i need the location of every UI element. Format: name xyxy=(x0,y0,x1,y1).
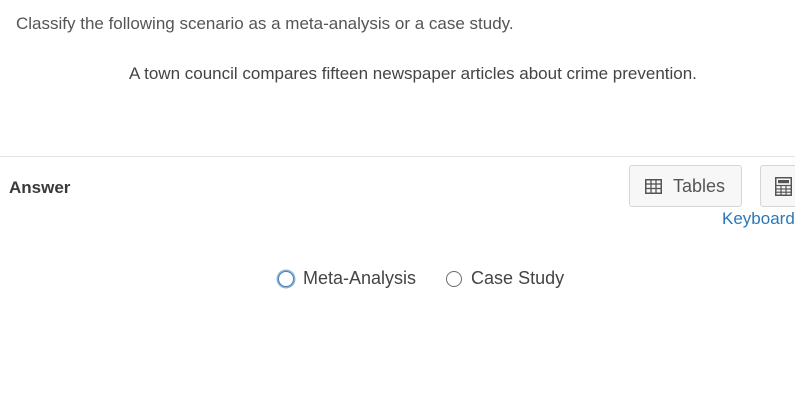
option-label-case-study: Case Study xyxy=(471,268,565,288)
scenario-text: A town council compares fifteen newspape… xyxy=(129,64,697,83)
radio-meta-analysis[interactable] xyxy=(278,270,294,287)
tables-label: Tables xyxy=(673,175,726,196)
option-label-meta-analysis: Meta-Analysis xyxy=(303,268,417,288)
keyboard-link[interactable]: Keyboard xyxy=(722,209,795,229)
option-meta-analysis[interactable]: Meta-Analysis xyxy=(278,268,416,289)
radio-case-study[interactable] xyxy=(446,270,463,287)
calculator-button[interactable] xyxy=(760,165,795,207)
answer-options: Meta-Analysis Case Study xyxy=(278,268,564,289)
tables-button[interactable]: Tables xyxy=(629,165,742,207)
question-prompt: Classify the following scenario as a met… xyxy=(16,14,514,33)
answer-label: Answer xyxy=(9,178,71,197)
calculator-icon xyxy=(775,176,792,196)
question-page: Classify the following scenario as a met… xyxy=(0,0,795,412)
table-icon xyxy=(645,178,662,194)
option-case-study[interactable]: Case Study xyxy=(446,268,564,289)
section-divider xyxy=(0,156,795,157)
